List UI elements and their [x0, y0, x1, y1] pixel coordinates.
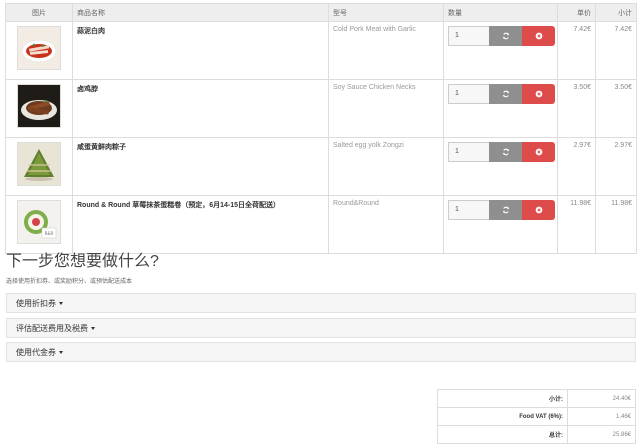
quantity-input[interactable]: 1: [448, 26, 489, 46]
table-row: 蒜泥白肉 Cold Pork Meat with Garlic 1 7.42€ …: [5, 21, 637, 80]
totals-table: 小计: 24.40€ Food VAT (6%): 1.46€ 总计: 25.8…: [437, 389, 636, 444]
quantity-input[interactable]: 1: [448, 200, 489, 220]
grand-total-label: 总计:: [437, 425, 568, 444]
refresh-icon: [502, 148, 509, 156]
next-step-subtitle: 选择使用折扣券、或奖励积分、或预估配送成本: [6, 279, 133, 285]
unit-price: 2.97€: [557, 137, 596, 196]
product-name[interactable]: Round & Round 草莓抹茶蛋糕卷（预定，6月14-15日全荷配送）: [72, 195, 329, 254]
product-thumbnail[interactable]: R&R: [17, 200, 61, 244]
quantity-input[interactable]: 1: [448, 84, 489, 104]
refresh-button[interactable]: [489, 84, 522, 104]
quantity-control: 1: [448, 200, 555, 220]
vat-value: 1.46€: [567, 407, 636, 426]
header-image: 图片: [5, 3, 73, 22]
product-thumbnail[interactable]: [17, 84, 61, 128]
remove-button[interactable]: [522, 26, 555, 46]
garlic-pork-photo: [18, 27, 60, 69]
header-total: 小计: [595, 3, 637, 22]
subtotal-label: 小计:: [437, 389, 568, 408]
svg-text:R&R: R&R: [45, 231, 54, 236]
product-model: Round&Round: [328, 195, 444, 254]
next-step-title: 下一步您想要做什么?: [6, 253, 159, 270]
grand-total-row: 总计: 25.86€: [437, 425, 636, 444]
shipping-estimate-panel-toggle[interactable]: 评估配送费用及税费: [6, 318, 636, 338]
quantity-control: 1: [448, 142, 555, 162]
close-circle-icon: [535, 90, 542, 98]
panel-label: 使用代金券: [16, 348, 56, 357]
close-circle-icon: [535, 32, 542, 40]
refresh-icon: [502, 90, 509, 98]
refresh-icon: [502, 206, 509, 214]
voucher-panel-toggle[interactable]: 使用代金券: [6, 342, 636, 362]
quantity-control: 1: [448, 26, 555, 46]
header-name: 商品名称: [72, 3, 329, 22]
vat-label: Food VAT (6%):: [437, 407, 568, 426]
table-row: 咸蛋黄鲜肉粽子 Salted egg yolk Zongzi 1 2.97€ 2…: [5, 137, 637, 196]
refresh-button[interactable]: [489, 26, 522, 46]
refresh-icon: [502, 32, 509, 40]
table-row: R&R Round & Round 草莓抹茶蛋糕卷（预定，6月14-15日全荷配…: [5, 195, 637, 254]
line-total: 3.50€: [595, 79, 637, 138]
remove-button[interactable]: [522, 200, 555, 220]
panel-label: 使用折扣券: [16, 299, 56, 308]
cart-table: 图片 商品名称 型号 数量 单价 小计 蒜泥白肉 Cold Pork Meat …: [5, 3, 637, 254]
unit-price: 11.98€: [557, 195, 596, 254]
product-thumbnail[interactable]: [17, 142, 61, 186]
panel-label: 评估配送费用及税费: [16, 324, 88, 333]
line-total: 7.42€: [595, 21, 637, 80]
refresh-button[interactable]: [489, 142, 522, 162]
line-total: 11.98€: [595, 195, 637, 254]
remove-button[interactable]: [522, 84, 555, 104]
table-row: 卤鸡脖 Soy Sauce Chicken Necks 1 3.50€ 3.50…: [5, 79, 637, 138]
product-model: Soy Sauce Chicken Necks: [328, 79, 444, 138]
close-circle-icon: [535, 206, 542, 214]
product-name[interactable]: 卤鸡脖: [72, 79, 329, 138]
subtotal-row: 小计: 24.40€: [437, 389, 636, 408]
zongzi-photo: [18, 143, 60, 185]
product-name[interactable]: 蒜泥白肉: [72, 21, 329, 80]
grand-total-value: 25.86€: [567, 425, 636, 444]
header-quantity: 数量: [443, 3, 558, 22]
matcha-roll-photo: R&R: [18, 201, 60, 243]
unit-price: 3.50€: [557, 79, 596, 138]
product-thumbnail[interactable]: [17, 26, 61, 70]
product-model: Salted egg yolk Zongzi: [328, 137, 444, 196]
chicken-necks-photo: [18, 85, 60, 127]
caret-down-icon: [59, 302, 63, 306]
cart-header-row: 图片 商品名称 型号 数量 单价 小计: [5, 3, 637, 22]
header-model: 型号: [328, 3, 444, 22]
remove-button[interactable]: [522, 142, 555, 162]
product-model: Cold Pork Meat with Garlic: [328, 21, 444, 80]
line-total: 2.97€: [595, 137, 637, 196]
vat-row: Food VAT (6%): 1.46€: [437, 407, 636, 426]
caret-down-icon: [59, 351, 63, 355]
quantity-input[interactable]: 1: [448, 142, 489, 162]
subtotal-value: 24.40€: [567, 389, 636, 408]
refresh-button[interactable]: [489, 200, 522, 220]
close-circle-icon: [535, 148, 542, 156]
quantity-control: 1: [448, 84, 555, 104]
header-unit-price: 单价: [557, 3, 596, 22]
unit-price: 7.42€: [557, 21, 596, 80]
product-name[interactable]: 咸蛋黄鲜肉粽子: [72, 137, 329, 196]
coupon-panel-toggle[interactable]: 使用折扣券: [6, 293, 636, 313]
caret-down-icon: [91, 327, 95, 331]
